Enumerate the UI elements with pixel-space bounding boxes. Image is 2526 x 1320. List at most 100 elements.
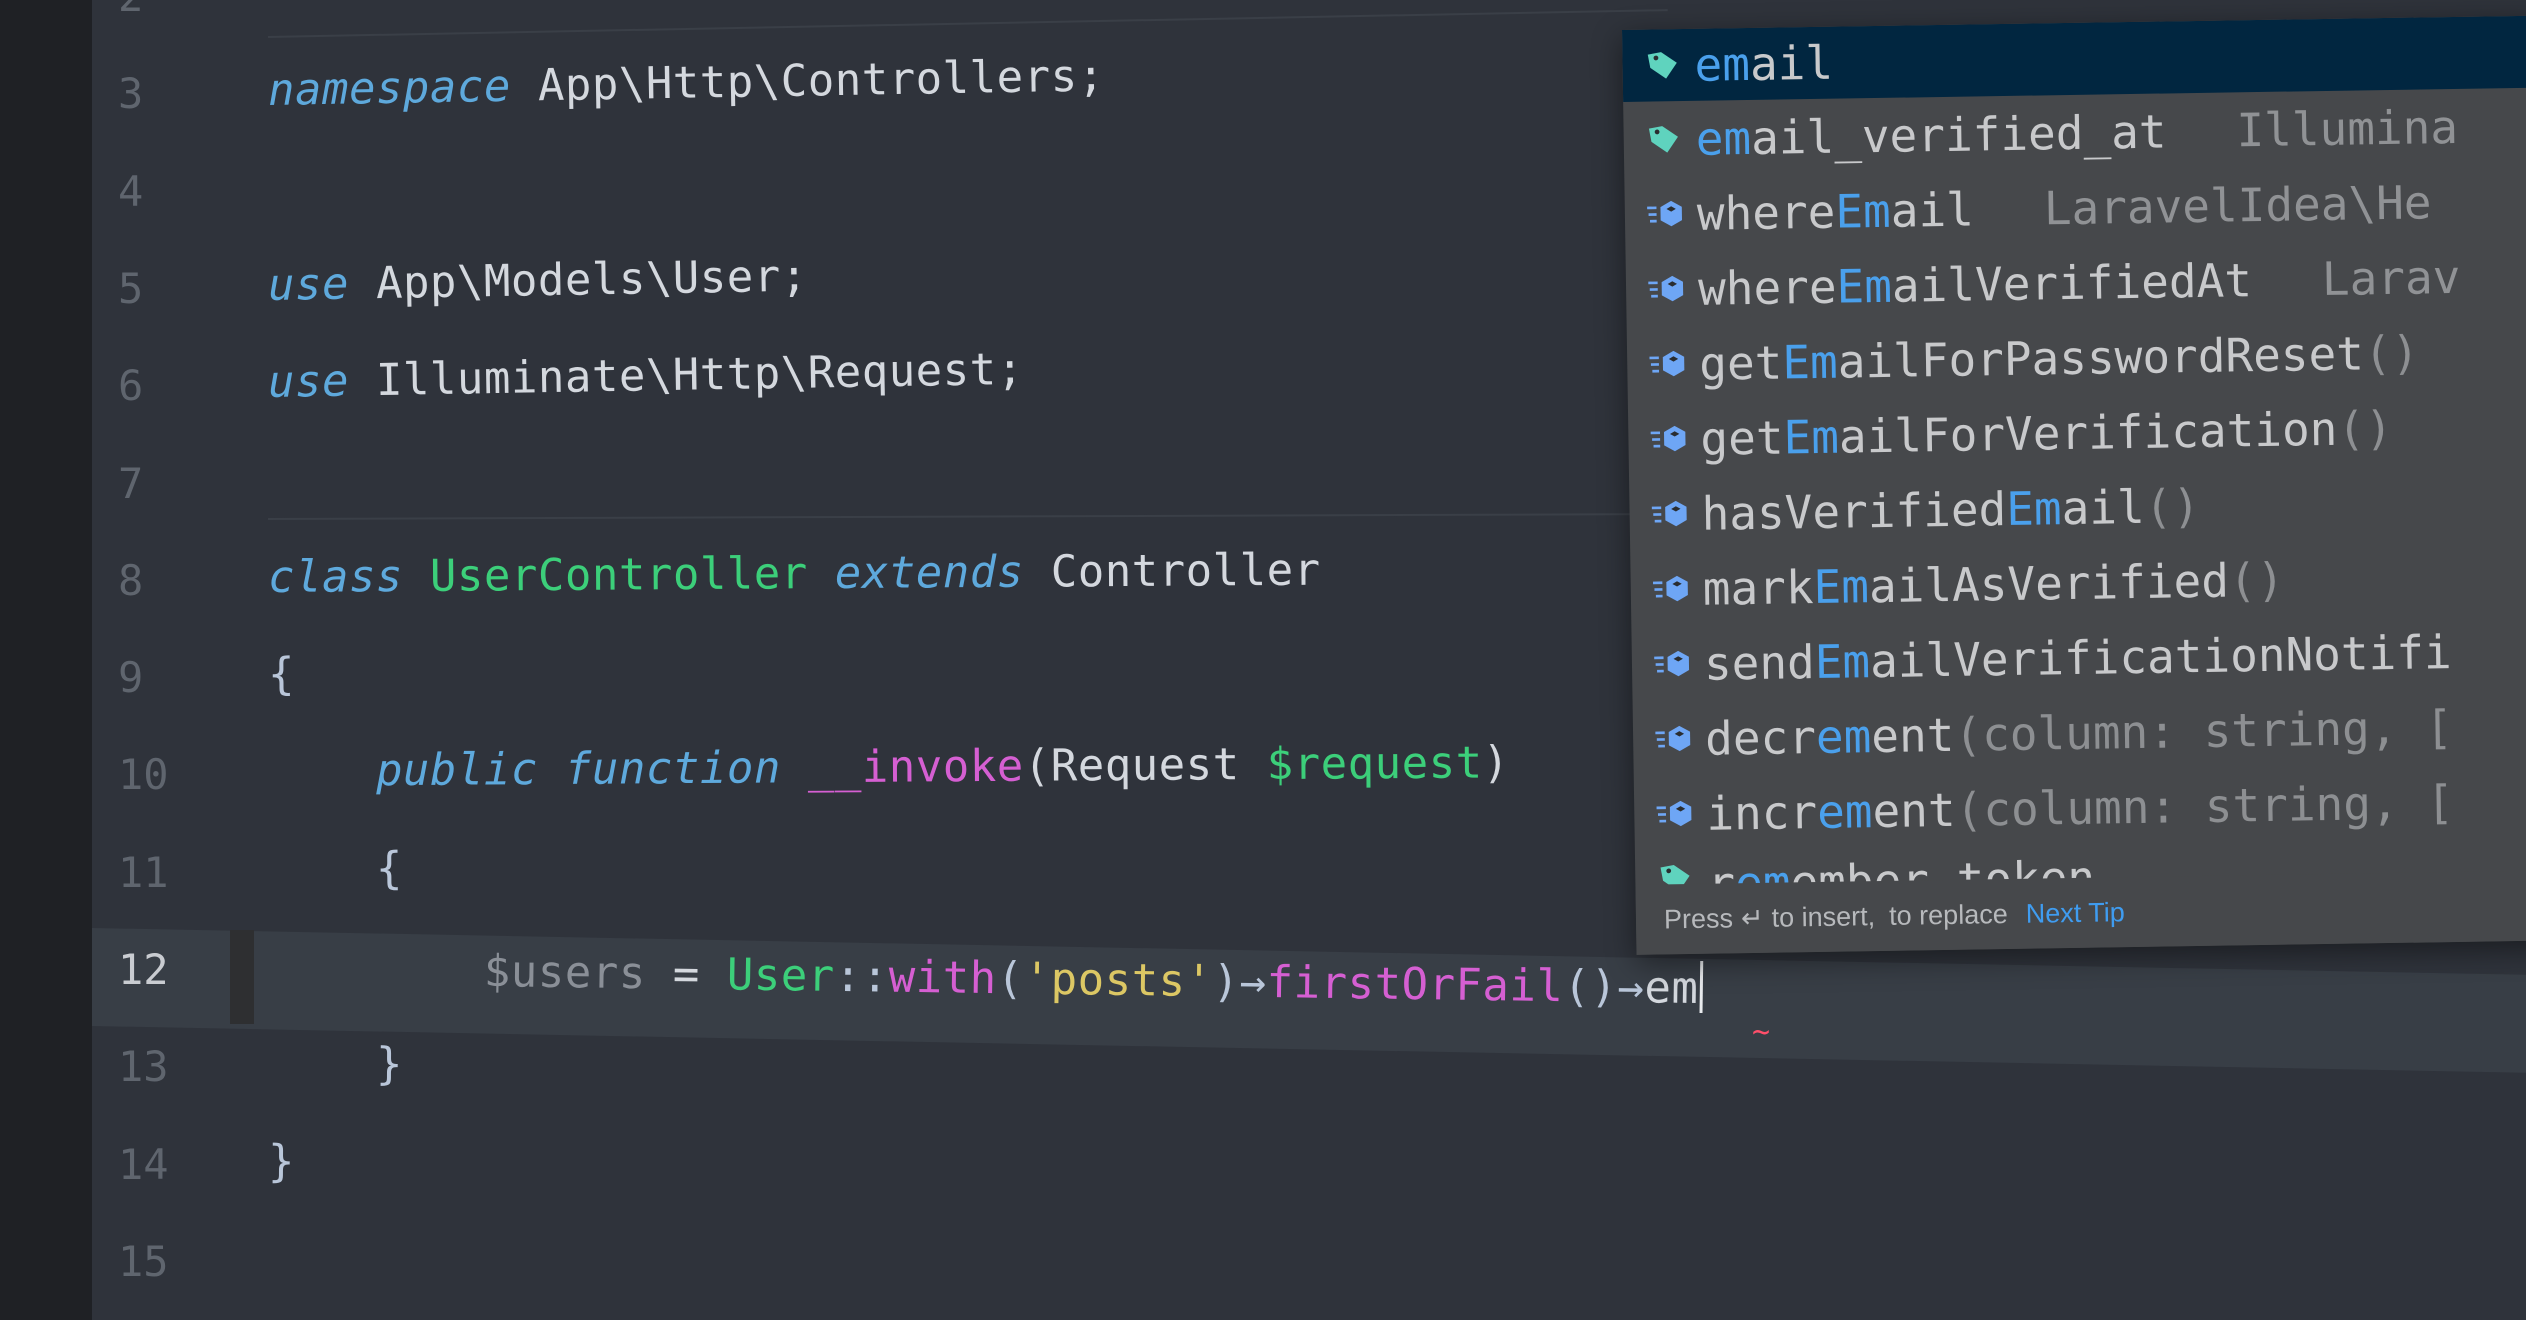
completion-item[interactable]: em ail_verified_at Illumina: [1623, 88, 2526, 177]
line-number: 9: [118, 653, 144, 703]
method-icon: [1654, 792, 1697, 835]
completion-list[interactable]: em ail em ail_verified_at Illumina where Em ail…: [1622, 15, 2526, 898]
completion-post: ailForPasswordReset: [1837, 325, 2365, 389]
code-token: em: [1644, 962, 1699, 1014]
completion-type-hint: Larav: [2321, 249, 2461, 306]
code-line[interactable]: {: [268, 843, 403, 895]
completion-pre: incr: [1705, 784, 1818, 841]
code-token: App\Models\User;: [348, 250, 809, 310]
line-number: 6: [118, 361, 144, 411]
line-number: 4: [118, 166, 144, 216]
completion-item[interactable]: send Em ailVerificationNotifi: [1631, 612, 2526, 701]
code-token: User: [726, 949, 836, 1002]
field-tag-icon: [1642, 44, 1685, 87]
completion-match: Em: [1783, 409, 1840, 465]
error-squiggle-icon: ~: [1752, 1015, 1771, 1050]
code-token: (Request: [1023, 739, 1267, 793]
completion-match: Em: [1836, 258, 1893, 314]
completion-post: ailForVerification: [1838, 401, 2338, 464]
completion-match: Em: [2005, 480, 2063, 536]
code-line[interactable]: public function __invoke(Request $reques…: [268, 738, 1510, 798]
line-number: 7: [118, 458, 144, 508]
code-token: (: [996, 953, 1025, 1005]
code-token: $request: [1266, 737, 1483, 791]
code-token: =: [645, 948, 728, 1001]
completion-pre: send: [1703, 634, 1816, 691]
completion-item[interactable]: mark Em ailAsVerified(): [1630, 537, 2526, 626]
completion-item[interactable]: where Em ailVerifiedAt Larav: [1625, 238, 2526, 327]
enter-key-icon: ↵: [1740, 902, 1764, 933]
code-line[interactable]: class UserController extends Controller: [268, 544, 1321, 602]
code-token: extends: [834, 546, 1024, 599]
code-token: ): [1482, 737, 1510, 789]
method-icon: [1647, 342, 1690, 385]
next-tip-link[interactable]: Next Tip: [2025, 897, 2125, 930]
completion-post: ailAsVerified: [1868, 553, 2230, 613]
code-token: Controller: [1023, 544, 1321, 598]
code-token: {: [267, 648, 296, 701]
gutter-change-marker: [230, 930, 254, 1024]
line-number: 12: [118, 945, 169, 994]
code-line[interactable]: }: [268, 1136, 295, 1187]
code-token: use: [267, 258, 350, 311]
completion-match: em: [1815, 708, 1872, 764]
method-icon: [1653, 717, 1696, 760]
method-icon: [1646, 267, 1689, 310]
completion-match: Em: [1813, 558, 1870, 614]
completion-post: ail: [1749, 35, 1834, 91]
code-token: }: [267, 1038, 404, 1091]
line-number: 5: [118, 263, 144, 313]
completion-item[interactable]: decr em ent (column: string, [: [1633, 687, 2526, 776]
code-token: 'posts': [1023, 953, 1213, 1008]
completion-pre: decr: [1704, 709, 1817, 766]
method-icon: [1652, 642, 1695, 685]
line-number: 13: [118, 1042, 169, 1092]
completion-item[interactable]: incr em ent (column: string, [: [1634, 762, 2526, 851]
code-token: $users: [483, 946, 647, 1000]
completion-params: (): [2144, 478, 2201, 534]
footer-replace-text: to replace: [1888, 898, 2008, 931]
completion-post: ail: [1890, 181, 1975, 238]
completion-post: ailVerificationNotifi: [1869, 624, 2453, 688]
line-number: 3: [118, 69, 144, 119]
code-token: {: [267, 842, 404, 895]
completion-type-hint: Illumina: [2236, 99, 2459, 157]
completion-item[interactable]: where Em ail LaravelIdea\He: [1624, 163, 2526, 252]
completion-pre: mark: [1702, 559, 1814, 616]
completion-popup[interactable]: em ail em ail_verified_at Illumina where Em ail…: [1622, 15, 2526, 955]
code-token: }: [267, 1135, 296, 1187]
code-line[interactable]: use App\Models\User;: [268, 250, 809, 310]
completion-pre: get: [1699, 410, 1784, 466]
completion-item[interactable]: get Em ailForVerification(): [1628, 388, 2526, 477]
completion-post: ail: [2061, 479, 2146, 535]
code-token: namespace: [267, 61, 512, 117]
code-token: ::: [834, 950, 890, 1003]
completion-match: Em: [1814, 633, 1871, 689]
completion-type-hint: LaravelIdea\He: [2043, 174, 2432, 235]
line-number: 11: [118, 847, 169, 897]
completion-post: ailVerifiedAt: [1891, 252, 2253, 313]
footer-press-text: Press: [1663, 902, 1734, 934]
completion-params: (): [2228, 552, 2285, 608]
method-icon: [1649, 492, 1692, 535]
completion-item[interactable]: get Em ailForPasswordReset(): [1627, 313, 2526, 402]
completion-pre: where: [1697, 259, 1837, 316]
code-token: use: [267, 355, 350, 409]
code-line[interactable]: }: [268, 1038, 403, 1090]
completion-params: (column: string, [: [1955, 774, 2455, 837]
completion-item[interactable]: hasVerified Em ail(): [1629, 462, 2526, 551]
completion-match: em: [1694, 36, 1751, 92]
left-panel-edge: [0, 0, 92, 1320]
method-icon: [1645, 193, 1688, 236]
code-line[interactable]: {: [268, 649, 295, 700]
completion-match: Em: [1781, 334, 1839, 390]
line-number: 14: [118, 1139, 169, 1189]
line-number: 8: [118, 555, 144, 605]
completion-footer: Press ↵ to insert, to replace Next Tip: [1635, 870, 2526, 955]
code-token: class: [267, 550, 404, 603]
